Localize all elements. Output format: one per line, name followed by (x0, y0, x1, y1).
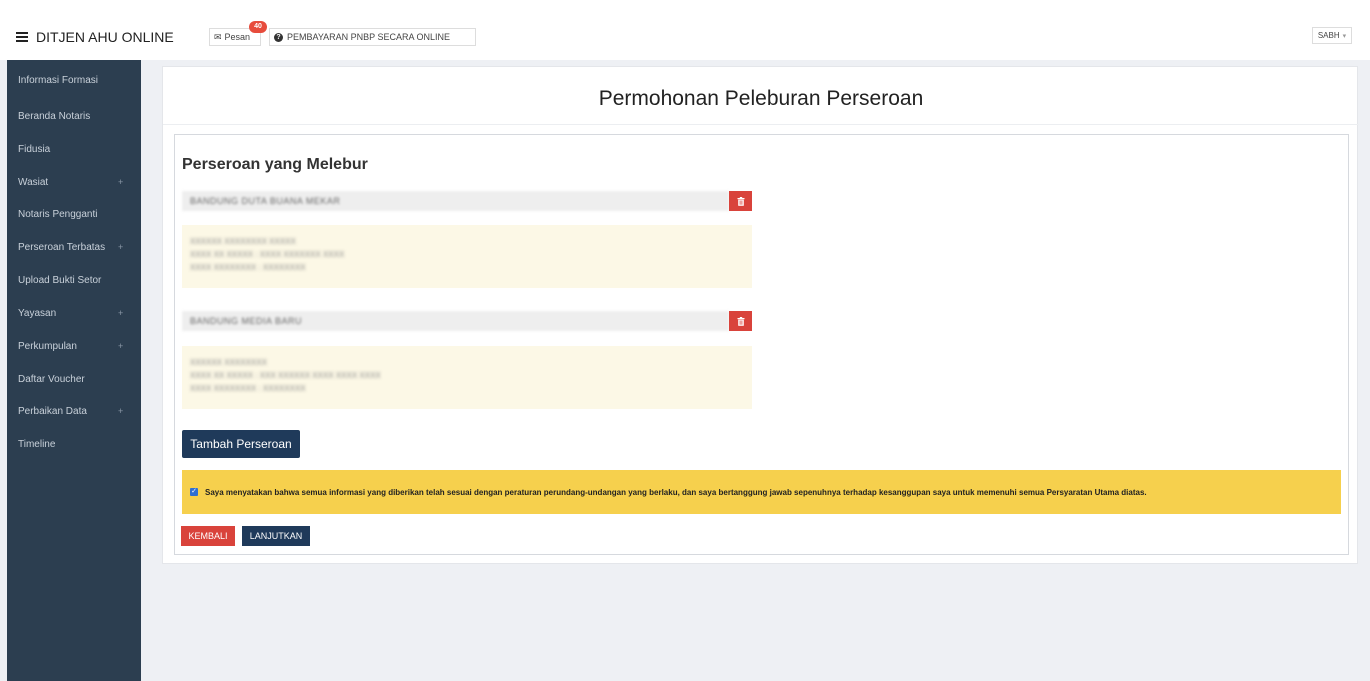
expand-plus-icon: + (118, 177, 124, 187)
sidebar-item-label: Beranda Notaris (18, 110, 91, 122)
sidebar-item-label: Perbaikan Data (18, 405, 87, 417)
company-info-line: XXXXXX XXXXXXXX XXXXX (190, 237, 296, 246)
sidebar-item-label: Wasiat (18, 176, 49, 188)
sidebar-item-daftar-voucher[interactable]: Daftar Voucher (7, 369, 141, 389)
sidebar-item-timeline[interactable]: Timeline (7, 434, 141, 454)
expand-plus-icon: + (118, 242, 124, 252)
company-info-line: XXXX XXXXXXXX : XXXXXXXX (190, 384, 306, 393)
pnbp-label: PEMBAYARAN PNBP SECARA ONLINE (287, 32, 451, 42)
company-info-box: XXXXXX XXXXXXXX XXXXX XXXX XX XXXXX : XX… (182, 225, 752, 288)
sidebar-item-label: Perkumpulan (18, 340, 77, 352)
back-button[interactable]: KEMBALI (181, 526, 235, 546)
company-name-field[interactable]: BANDUNG DUTA BUANA MEKAR (182, 191, 729, 211)
main-panel: Permohonan Peleburan Perseroan Perseroan… (162, 66, 1359, 564)
company-info-line: XXXX XX XXXXX : XXXX XXXXXXX XXXX (190, 250, 345, 259)
sidebar-item-perkumpulan[interactable]: Perkumpulan + (7, 336, 141, 356)
page-title: Permohonan Peleburan Perseroan (598, 87, 924, 110)
company-info-box: XXXXXX XXXXXXXX XXXX XX XXXXX : XXX XXXX… (182, 346, 752, 409)
expand-plus-icon: + (118, 341, 124, 351)
continue-button[interactable]: LANJUTKAN (242, 526, 310, 546)
agreement-text: Saya menyatakan bahwa semua informasi ya… (205, 487, 1147, 497)
sidebar-item-perseroan-terbatas[interactable]: Perseroan Terbatas + (7, 237, 141, 257)
question-circle-icon: ? (274, 32, 283, 42)
sidebar: Informasi Formasi Beranda Notaris Fidusi… (7, 60, 141, 681)
delete-company-button[interactable] (729, 311, 752, 331)
sidebar-item-beranda-notaris[interactable]: Beranda Notaris (7, 106, 141, 126)
chevron-down-icon: ▾ (1342, 32, 1347, 40)
trash-icon (737, 316, 744, 326)
sidebar-item-label: Upload Bukti Setor (18, 274, 102, 286)
pnbp-payment-button[interactable]: ? PEMBAYARAN PNBP SECARA ONLINE (269, 28, 476, 46)
agreement-checkbox[interactable]: ✓ (190, 488, 198, 496)
messages-count-badge: 40 (249, 21, 267, 33)
sidebar-item-label: Daftar Voucher (18, 373, 85, 385)
sidebar-item-label: Perseroan Terbatas (18, 241, 106, 253)
brand-label: DITJEN AHU ONLINE (36, 29, 174, 45)
sidebar-item-label: Notaris Pengganti (18, 208, 98, 220)
trash-icon (737, 196, 744, 206)
expand-plus-icon: + (118, 406, 124, 416)
sidebar-item-upload-bukti-setor[interactable]: Upload Bukti Setor (7, 270, 141, 290)
sidebar-item-perbaikan-data[interactable]: Perbaikan Data + (7, 401, 141, 421)
company-info-line: XXXX XX XXXXX : XXX XXXXXX XXXX XXXX XXX… (190, 371, 381, 380)
user-label: SABH (1317, 31, 1340, 40)
sidebar-item-fidusia[interactable]: Fidusia (7, 139, 141, 159)
envelope-icon: ✉ (214, 31, 222, 42)
sidebar-item-label: Yayasan (18, 307, 57, 319)
sidebar-item-label: Fidusia (18, 143, 51, 155)
menu-icon[interactable] (16, 30, 28, 44)
company-info-line: XXXXXX XXXXXXXX (190, 358, 267, 367)
merge-form: Perseroan yang Melebur BANDUNG DUTA BUAN… (174, 134, 1349, 555)
section-title: Perseroan yang Melebur (182, 156, 368, 173)
messages-label: Pesan (224, 32, 251, 42)
sidebar-item-label: Timeline (18, 438, 56, 450)
company-info-line: XXXX XXXXXXXX : XXXXXXXX (190, 263, 306, 272)
user-menu-button[interactable]: SABH ▾ (1312, 27, 1352, 44)
agreement-box: ✓ Saya menyatakan bahwa semua informasi … (182, 470, 1341, 514)
delete-company-button[interactable] (729, 191, 752, 211)
brand[interactable]: DITJEN AHU ONLINE (16, 29, 174, 45)
company-name-field[interactable]: BANDUNG MEDIA BARU (182, 311, 729, 331)
sidebar-item-wasiat[interactable]: Wasiat + (7, 172, 141, 192)
sidebar-item-informasi-formasi[interactable]: Informasi Formasi (7, 70, 141, 90)
expand-plus-icon: + (118, 308, 124, 318)
sidebar-item-notaris-pengganti[interactable]: Notaris Pengganti (7, 204, 141, 224)
top-bar: DITJEN AHU ONLINE ✉ Pesan 40 ? PEMBAYARA… (0, 0, 1370, 60)
sidebar-item-label: Informasi Formasi (18, 74, 99, 86)
sidebar-item-yayasan[interactable]: Yayasan + (7, 303, 141, 323)
title-divider (163, 124, 1359, 125)
add-company-button[interactable]: Tambah Perseroan (182, 430, 300, 458)
